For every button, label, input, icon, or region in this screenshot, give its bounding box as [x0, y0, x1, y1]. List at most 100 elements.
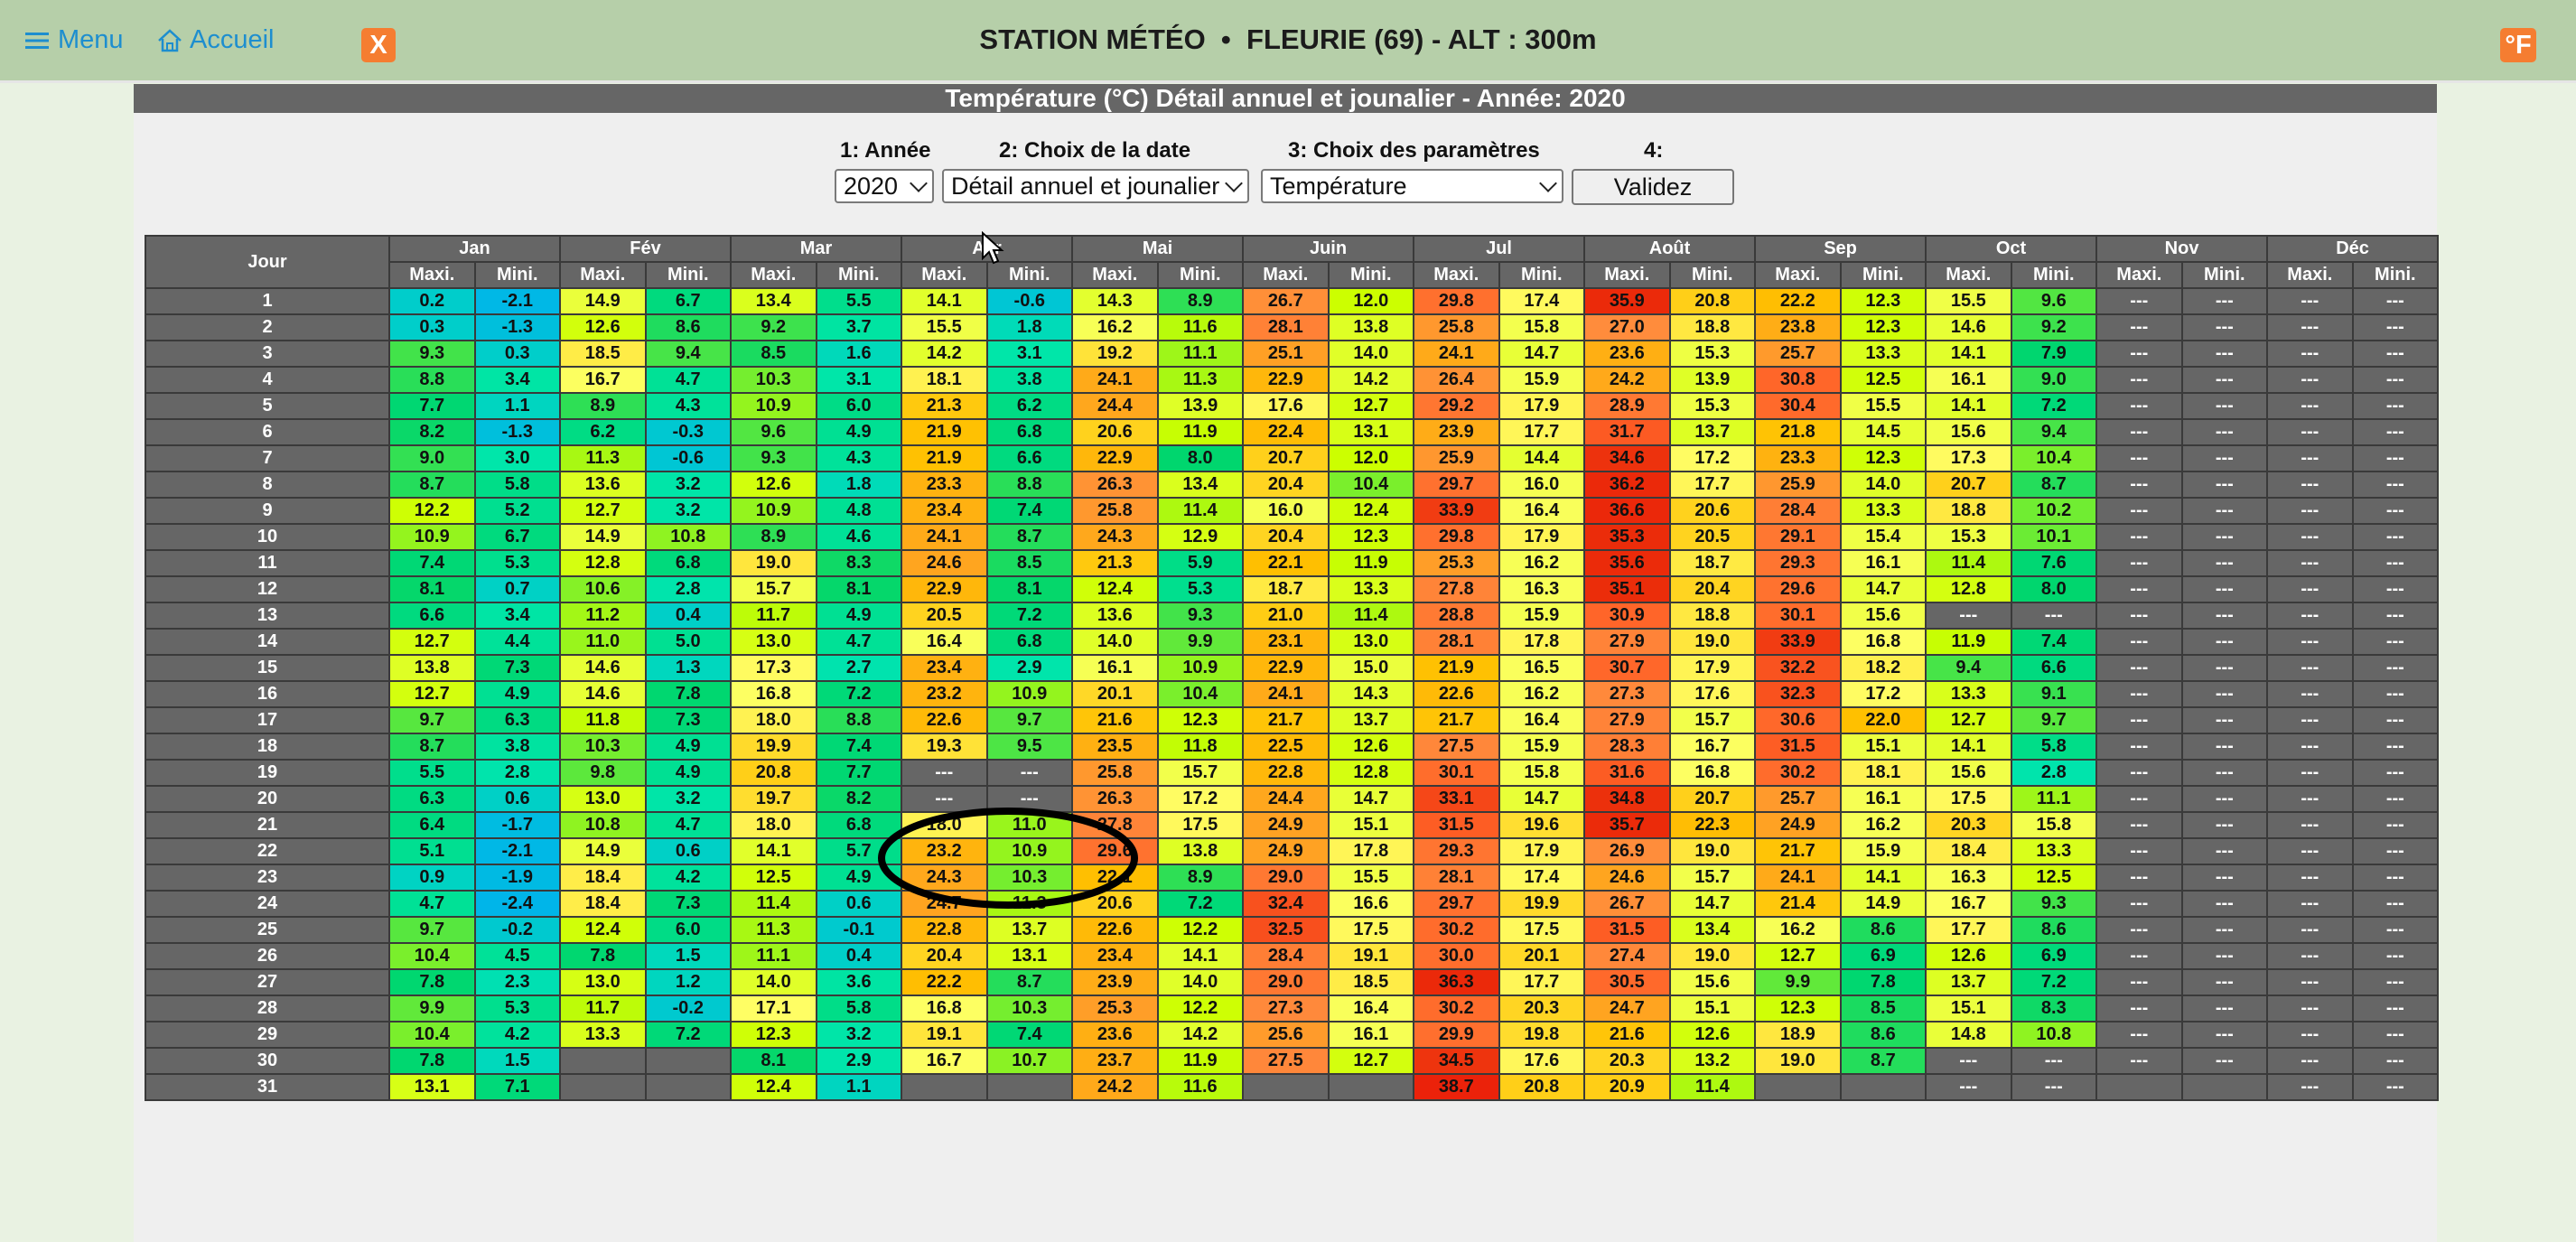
min-temp-cell: 3.2 — [815, 1021, 903, 1049]
max-temp-cell: 12.4 — [1071, 575, 1159, 603]
max-temp-cell: 4.7 — [388, 890, 476, 918]
max-temp-cell: 25.6 — [1242, 1021, 1330, 1049]
min-temp-cell — [2180, 1073, 2269, 1101]
max-temp-cell: --- — [1925, 602, 2012, 630]
min-temp-cell: 5.0 — [644, 628, 732, 656]
min-temp-cell: 14.0 — [1327, 340, 1415, 368]
max-temp-cell: 11.4 — [730, 890, 817, 918]
max-temp-cell: --- — [2095, 444, 2183, 472]
table-row: 9 12.2 5.2 12.7 3.2 10.9 4.8 23.4 7.4 25.8 11.4 16.… — [145, 497, 2440, 525]
max-temp-cell: 13.3 — [1925, 680, 2012, 708]
max-subheader: Maxi. — [730, 261, 817, 289]
max-temp-cell: 35.9 — [1583, 287, 1671, 315]
max-temp-cell: 23.6 — [1583, 340, 1671, 368]
min-temp-cell: 7.2 — [985, 602, 1074, 630]
min-temp-cell: --- — [2180, 733, 2269, 761]
max-temp-cell: 11.7 — [559, 995, 647, 1023]
max-temp-cell: 18.9 — [1754, 1021, 1842, 1049]
max-temp-cell: 20.4 — [901, 942, 988, 970]
max-temp-cell: 18.4 — [559, 864, 647, 892]
max-temp-cell: --- — [1925, 1047, 2012, 1075]
max-temp-cell: 33.1 — [1413, 785, 1500, 813]
max-temp-cell: 23.4 — [901, 497, 988, 525]
min-temp-cell: 14.1 — [1156, 942, 1245, 970]
max-temp-cell: --- — [2266, 1073, 2354, 1101]
min-temp-cell: 12.2 — [1156, 916, 1245, 944]
day-cell: 12 — [145, 575, 390, 603]
min-temp-cell: 20.5 — [1668, 523, 1757, 551]
min-temp-cell: 13.9 — [1668, 366, 1757, 394]
min-temp-cell: 15.7 — [1668, 706, 1757, 734]
min-temp-cell: 8.3 — [815, 549, 903, 577]
min-temp-cell: 15.9 — [1839, 837, 1927, 865]
min-temp-cell: 18.5 — [1327, 968, 1415, 996]
max-subheader: Maxi. — [388, 261, 476, 289]
max-temp-cell: 27.4 — [1583, 942, 1671, 970]
max-temp-cell: 12.6 — [1925, 942, 2012, 970]
max-temp-cell: 26.4 — [1413, 366, 1500, 394]
min-temp-cell: 17.4 — [1498, 864, 1586, 892]
min-temp-cell: -1.7 — [473, 811, 561, 839]
max-temp-cell: 23.8 — [1754, 313, 1842, 341]
min-temp-cell: 15.9 — [1498, 602, 1586, 630]
min-temp-cell: 15.6 — [1668, 968, 1757, 996]
max-temp-cell: --- — [2266, 680, 2354, 708]
min-temp-cell: 14.7 — [1498, 785, 1586, 813]
day-cell: 2 — [145, 313, 390, 341]
min-temp-cell: 1.1 — [815, 1073, 903, 1101]
min-temp-cell: 15.6 — [1839, 602, 1927, 630]
min-temp-cell: 15.1 — [1668, 995, 1757, 1023]
max-temp-cell: 12.6 — [559, 313, 647, 341]
min-temp-cell: 4.2 — [644, 864, 732, 892]
validate-button[interactable]: Validez — [1572, 169, 1734, 205]
min-temp-cell: 17.4 — [1498, 287, 1586, 315]
min-subheader: Mini. — [473, 261, 561, 289]
max-temp-cell: --- — [2266, 995, 2354, 1023]
min-temp-cell: 3.0 — [473, 444, 561, 472]
max-temp-cell: 31.5 — [1583, 916, 1671, 944]
min-temp-cell: --- — [2351, 916, 2440, 944]
min-temp-cell: 8.0 — [1156, 444, 1245, 472]
max-temp-cell: --- — [2095, 785, 2183, 813]
min-temp-cell: 20.8 — [1668, 287, 1757, 315]
min-temp-cell: --- — [2010, 1047, 2098, 1075]
max-temp-cell: 31.6 — [1583, 759, 1671, 787]
min-temp-cell: 2.7 — [815, 654, 903, 682]
min-temp-cell: 12.3 — [1839, 313, 1927, 341]
max-subheader: Maxi. — [2095, 261, 2183, 289]
max-temp-cell: 36.6 — [1583, 497, 1671, 525]
min-temp-cell: 3.7 — [815, 313, 903, 341]
min-temp-cell: 8.7 — [2010, 471, 2098, 499]
max-temp-cell: 6.6 — [388, 602, 476, 630]
min-temp-cell: 14.7 — [1498, 340, 1586, 368]
max-temp-cell: 14.6 — [1925, 313, 2012, 341]
min-temp-cell: 16.8 — [1839, 628, 1927, 656]
min-temp-cell: 0.4 — [644, 602, 732, 630]
day-cell: 8 — [145, 471, 390, 499]
min-temp-cell: 1.5 — [644, 942, 732, 970]
min-temp-cell: --- — [2351, 628, 2440, 656]
min-temp-cell: 13.3 — [1839, 340, 1927, 368]
fahrenheit-toggle-button[interactable]: °F — [2500, 28, 2536, 62]
min-temp-cell: 8.8 — [985, 471, 1074, 499]
max-temp-cell: 22.5 — [1242, 733, 1330, 761]
max-temp-cell: --- — [2266, 733, 2354, 761]
min-subheader: Mini. — [1668, 261, 1757, 289]
min-temp-cell: 4.9 — [815, 418, 903, 446]
max-temp-cell: 10.3 — [559, 733, 647, 761]
min-temp-cell: 16.2 — [1498, 549, 1586, 577]
min-temp-cell: 9.3 — [1156, 602, 1245, 630]
min-temp-cell: 5.8 — [815, 995, 903, 1023]
min-temp-cell: 17.6 — [1668, 680, 1757, 708]
max-temp-cell: 12.7 — [388, 628, 476, 656]
min-temp-cell: -0.2 — [473, 916, 561, 944]
max-subheader: Maxi. — [1583, 261, 1671, 289]
max-temp-cell: 12.2 — [388, 497, 476, 525]
param-select[interactable]: Température — [1261, 169, 1563, 203]
table-row: 19 5.5 2.8 9.8 4.9 20.8 7.7 --- --- 25.8 15.7 22.8 1… — [145, 759, 2440, 787]
date-select[interactable]: Détail annuel et jounalier — [942, 169, 1249, 203]
year-select[interactable]: 2020 — [835, 169, 934, 203]
max-temp-cell: 25.7 — [1754, 340, 1842, 368]
min-temp-cell: 17.5 — [1327, 916, 1415, 944]
min-temp-cell: 16.1 — [1839, 549, 1927, 577]
